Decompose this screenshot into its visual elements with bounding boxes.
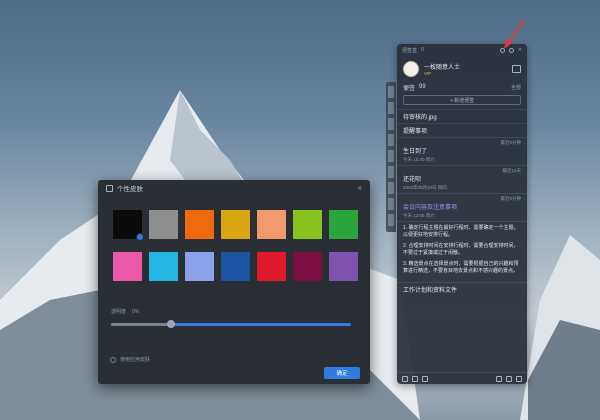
color-swatch[interactable] — [257, 210, 286, 239]
color-swatch[interactable] — [221, 252, 250, 281]
note-reminder: 今天 15:00 周六 — [403, 157, 435, 162]
color-swatch[interactable] — [113, 252, 142, 281]
note-line: 3. 精选景点在选择景点时，需要根据自己的兴趣和预算进行精选，不要盲目地去景点和… — [403, 261, 519, 274]
slider-fill — [111, 323, 171, 326]
color-swatch[interactable] — [293, 210, 322, 239]
note-item[interactable]: 最近5分钟 会议内容及注意事项 今天 12:05 周六 — [397, 193, 527, 221]
opacity-label-text: 透明度 — [111, 309, 127, 315]
color-swatch[interactable] — [329, 252, 358, 281]
dialog-title: 个性皮肤 — [117, 186, 143, 193]
note-reminder: 2025年05月30日 周四 — [403, 185, 447, 190]
dialog-header: 个性皮肤 × — [98, 180, 370, 196]
calendar-icon[interactable] — [422, 375, 428, 382]
grid-icon[interactable] — [506, 375, 512, 382]
calendar-icon[interactable] — [512, 65, 521, 73]
color-swatch[interactable] — [185, 210, 214, 239]
user-name: 一枚随意人士 — [424, 65, 461, 71]
note-body[interactable]: 1. 确定行程主题在最好行程时，需要确定一个主题，以便更好地安排行程。 2. 合… — [397, 221, 527, 282]
note-title: 还花呗 — [403, 177, 422, 183]
notes-count: 0 — [421, 47, 424, 53]
color-swatch[interactable] — [221, 210, 250, 239]
ok-button[interactable]: 确定 — [324, 367, 360, 379]
image-icon[interactable] — [496, 375, 502, 382]
note-reminder: 今天 12:05 周六 — [403, 213, 435, 218]
side-tab[interactable] — [388, 134, 394, 146]
note-item[interactable]: 最近12天 还花呗 2025年05月30日 周四 — [397, 165, 527, 193]
add-icon[interactable] — [516, 375, 522, 382]
skin-dialog: 个性皮肤 × 透明度 0% 使用应用皮肤 确定 — [98, 180, 370, 384]
folder-icon[interactable] — [412, 375, 418, 382]
side-tab[interactable] — [388, 150, 394, 162]
shirt-icon — [106, 184, 113, 192]
opacity-slider[interactable] — [111, 320, 351, 328]
note-title: 提醒事项 — [403, 129, 428, 135]
clock-icon[interactable] — [402, 375, 408, 382]
sort-dropdown[interactable]: 全部 — [511, 84, 521, 91]
side-tab[interactable] — [388, 166, 394, 178]
opacity-label: 透明度 0% — [111, 308, 139, 315]
follow-skin-label: 使用应用皮肤 — [120, 357, 151, 363]
annotation-arrow — [504, 19, 525, 49]
note-title: 工作计划和资料文件 — [403, 288, 458, 294]
color-swatch[interactable] — [257, 252, 286, 281]
note-title: 会议内容及注意事项 — [403, 205, 458, 211]
note-line: 1. 确定行程主题在最好行程时，需要确定一个主题，以便更好地安排行程。 — [403, 225, 519, 238]
color-swatch[interactable] — [149, 252, 178, 281]
color-swatch[interactable] — [329, 210, 358, 239]
side-tab[interactable] — [388, 118, 394, 130]
side-tab-strip[interactable] — [386, 82, 396, 232]
color-swatch-grid — [113, 210, 358, 281]
notes-app-title: 便签盒 — [402, 47, 418, 54]
color-swatch[interactable] — [113, 210, 144, 241]
note-item[interactable]: 提醒事项 — [397, 123, 527, 137]
opacity-value: 0% — [132, 309, 140, 315]
note-item[interactable]: 最近5分钟 生日到了 今天 15:00 周六 — [397, 137, 527, 165]
side-tab[interactable] — [388, 214, 394, 226]
slider-knob[interactable] — [167, 320, 175, 328]
notes-header: 便签 99 全部 — [397, 82, 527, 92]
follow-skin-option[interactable]: 使用应用皮肤 — [110, 356, 150, 363]
note-title: 待审核的.jpg — [403, 115, 437, 121]
notes-section-title: 便签 — [403, 85, 416, 92]
notes-toolbar — [397, 372, 527, 384]
notes-section-count: 99 — [419, 84, 426, 90]
radio-button[interactable] — [110, 356, 116, 363]
avatar[interactable] — [403, 61, 419, 77]
user-row[interactable]: 一枚随意人士 VIP — [397, 56, 527, 82]
color-swatch[interactable] — [293, 252, 322, 281]
side-tab[interactable] — [388, 182, 394, 194]
note-item[interactable]: 工作计划和资料文件 — [397, 282, 527, 296]
add-note-button[interactable]: + 新增便签 — [403, 95, 521, 105]
color-swatch[interactable] — [149, 210, 178, 239]
sticky-notes-panel: 便签盒 0 ✕ 一枚随意人士 VIP 便签 99 全部 + 新增便签 待审核的.… — [397, 44, 527, 384]
note-line: 2. 合理安排时间在安排行程时，需要合理安排时间，不要过于紧凑或过于闲散。 — [403, 243, 519, 256]
note-item[interactable]: 待审核的.jpg — [397, 109, 527, 123]
side-tab[interactable] — [388, 86, 394, 98]
side-tab[interactable] — [388, 198, 394, 210]
note-title: 生日到了 — [403, 149, 428, 155]
vip-badge: VIP — [424, 71, 432, 76]
close-icon[interactable]: × — [357, 184, 362, 193]
color-swatch[interactable] — [185, 252, 214, 281]
side-tab[interactable] — [388, 102, 394, 114]
